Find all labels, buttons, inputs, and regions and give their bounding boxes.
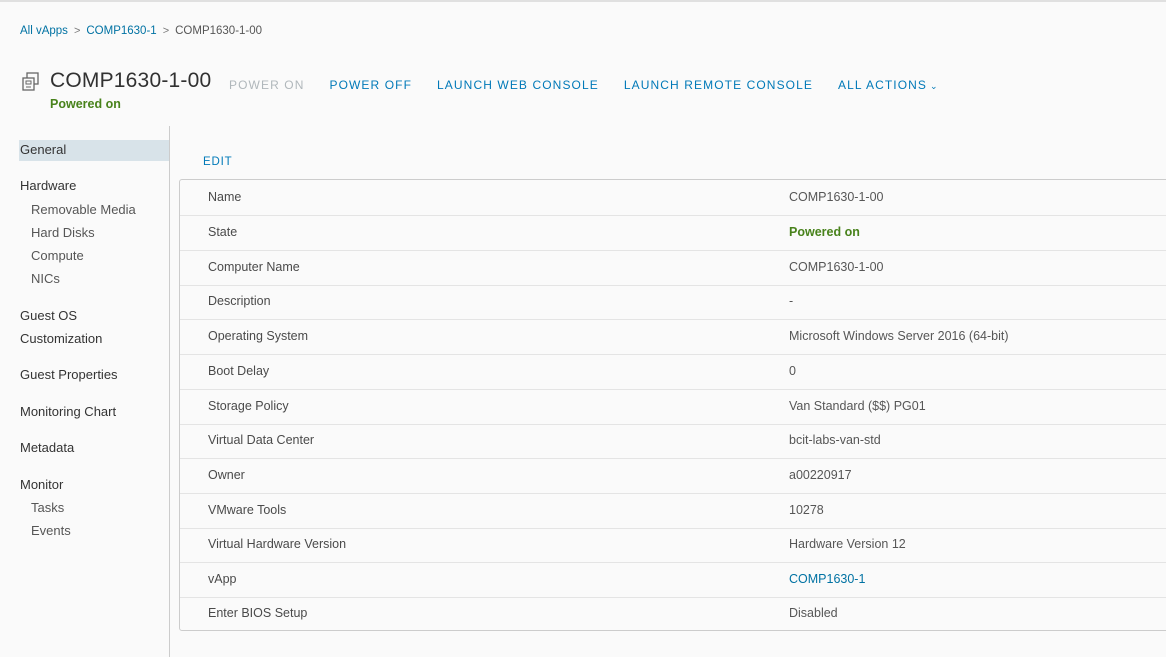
sidebar-item-metadata[interactable]: Metadata bbox=[20, 440, 74, 455]
sidebar-item-guest-os[interactable]: Guest OS bbox=[20, 308, 77, 323]
property-key: Operating System bbox=[208, 329, 309, 343]
property-value: Hardware Version 12 bbox=[789, 537, 906, 551]
breadcrumb-separator: > bbox=[162, 25, 170, 37]
table-row: Virtual Data Center bcit-labs-van-std bbox=[180, 423, 1166, 459]
property-value: Van Standard ($$) PG01 bbox=[789, 399, 926, 413]
table-row: Enter BIOS Setup Disabled bbox=[180, 596, 1166, 631]
property-value: bcit-labs-van-std bbox=[789, 433, 881, 447]
property-value: 0 bbox=[789, 364, 796, 378]
sidebar-item-nics[interactable]: NICs bbox=[31, 271, 60, 286]
sidebar-item-monitoring-chart[interactable]: Monitoring Chart bbox=[20, 404, 116, 419]
property-key: Computer Name bbox=[208, 260, 300, 274]
edit-button[interactable]: EDIT bbox=[203, 156, 232, 168]
property-value: COMP1630-1-00 bbox=[789, 190, 884, 204]
table-row: Name COMP1630-1-00 bbox=[180, 180, 1166, 216]
vm-icon bbox=[22, 72, 39, 91]
sidebar-item-monitor[interactable]: Monitor bbox=[20, 477, 63, 492]
table-row: Owner a00220917 bbox=[180, 458, 1166, 494]
launch-remote-console-button[interactable]: LAUNCH REMOTE CONSOLE bbox=[624, 78, 813, 92]
action-bar: POWER ON POWER OFF LAUNCH WEB CONSOLE LA… bbox=[229, 78, 964, 92]
breadcrumb-separator: > bbox=[73, 25, 81, 37]
sidebar-item-hard-disks[interactable]: Hard Disks bbox=[31, 225, 95, 240]
properties-table: Name COMP1630-1-00 State Powered on Comp… bbox=[179, 179, 1166, 631]
sidebar-item-guest-properties[interactable]: Guest Properties bbox=[20, 367, 118, 382]
property-key: Description bbox=[208, 294, 271, 308]
property-key: Boot Delay bbox=[208, 364, 270, 378]
property-key: Owner bbox=[208, 468, 245, 482]
top-border bbox=[0, 0, 1166, 2]
property-key: Name bbox=[208, 190, 242, 204]
vapp-link[interactable]: COMP1630-1 bbox=[789, 572, 865, 586]
table-row: Virtual Hardware Version Hardware Versio… bbox=[180, 527, 1166, 563]
property-value: - bbox=[789, 294, 794, 308]
sidebar-item-guest-os-customization[interactable]: Customization bbox=[20, 331, 102, 346]
sidebar-item-removable-media[interactable]: Removable Media bbox=[31, 202, 136, 217]
launch-web-console-button[interactable]: LAUNCH WEB CONSOLE bbox=[437, 78, 599, 92]
sidebar: General Hardware Removable Media Hard Di… bbox=[0, 126, 170, 657]
property-key: VMware Tools bbox=[208, 503, 287, 517]
table-row: State Powered on bbox=[180, 215, 1166, 251]
sidebar-item-tasks[interactable]: Tasks bbox=[31, 500, 64, 515]
chevron-down-icon: ⌄ bbox=[930, 81, 939, 91]
sidebar-item-compute[interactable]: Compute bbox=[31, 248, 84, 263]
property-key: Storage Policy bbox=[208, 399, 289, 413]
property-value: Disabled bbox=[789, 606, 838, 620]
breadcrumb-current: COMP1630-1-00 bbox=[175, 25, 263, 37]
table-row: Operating System Microsoft Windows Serve… bbox=[180, 319, 1166, 355]
table-row: Description - bbox=[180, 284, 1166, 320]
property-key: Virtual Hardware Version bbox=[208, 537, 347, 551]
property-key: Virtual Data Center bbox=[208, 433, 315, 447]
status-badge: Powered on bbox=[50, 97, 121, 111]
breadcrumb-all-vapps[interactable]: All vApps bbox=[20, 25, 68, 37]
power-on-button[interactable]: POWER ON bbox=[229, 78, 304, 92]
property-key: Enter BIOS Setup bbox=[208, 606, 308, 620]
state-value: Powered on bbox=[789, 225, 860, 239]
property-key: State bbox=[208, 225, 238, 239]
all-actions-label: ALL ACTIONS bbox=[838, 78, 928, 92]
table-row: vApp COMP1630-1 bbox=[180, 562, 1166, 598]
property-value: Microsoft Windows Server 2016 (64-bit) bbox=[789, 329, 1009, 343]
property-value: 10278 bbox=[789, 503, 824, 517]
property-value: a00220917 bbox=[789, 468, 852, 482]
table-row: Storage Policy Van Standard ($$) PG01 bbox=[180, 389, 1166, 425]
sidebar-item-events[interactable]: Events bbox=[31, 523, 71, 538]
page-title: COMP1630-1-00 bbox=[50, 69, 212, 92]
property-key: vApp bbox=[208, 572, 237, 586]
property-value: COMP1630-1-00 bbox=[789, 260, 884, 274]
table-row: VMware Tools 10278 bbox=[180, 493, 1166, 529]
table-row: Boot Delay 0 bbox=[180, 354, 1166, 390]
breadcrumb: All vApps > COMP1630-1 > COMP1630-1-00 bbox=[20, 25, 262, 37]
sidebar-item-general[interactable]: General bbox=[20, 142, 66, 157]
all-actions-dropdown[interactable]: ALL ACTIONS ⌄ bbox=[838, 78, 939, 92]
power-off-button[interactable]: POWER OFF bbox=[329, 78, 412, 92]
breadcrumb-vapp[interactable]: COMP1630-1 bbox=[86, 25, 156, 37]
sidebar-item-hardware[interactable]: Hardware bbox=[20, 178, 76, 193]
table-row: Computer Name COMP1630-1-00 bbox=[180, 250, 1166, 286]
